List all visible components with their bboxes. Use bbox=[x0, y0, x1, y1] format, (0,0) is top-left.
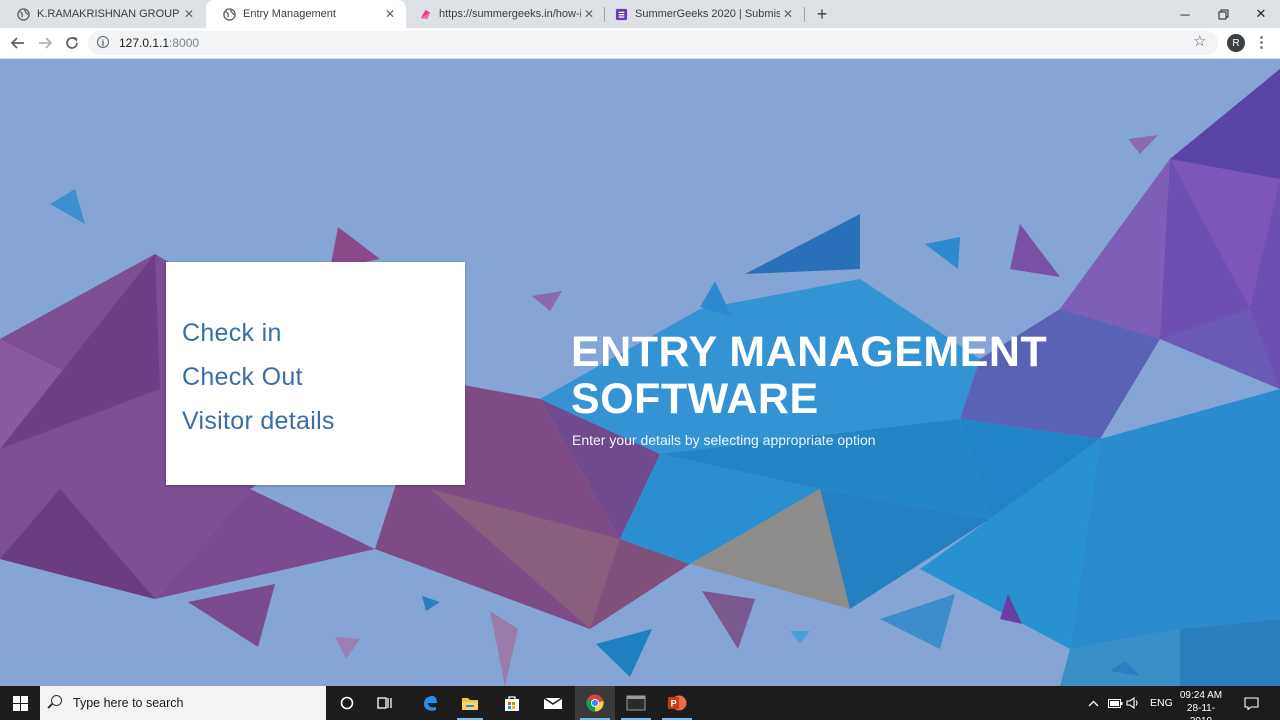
reload-icon[interactable] bbox=[62, 33, 82, 53]
summergeeks-icon bbox=[418, 7, 432, 21]
chrome-menu-icon[interactable]: ⋮ bbox=[1254, 33, 1269, 51]
minimize-button[interactable]: ─ bbox=[1166, 0, 1204, 28]
forms-icon bbox=[614, 7, 628, 21]
close-window-button[interactable]: ✕ bbox=[1242, 0, 1280, 28]
check-in-link[interactable]: Check in bbox=[182, 319, 282, 348]
page-subtitle: Enter your details by selecting appropri… bbox=[572, 432, 876, 448]
globe-icon bbox=[16, 7, 30, 21]
edge-browser-icon[interactable] bbox=[412, 686, 448, 720]
close-tab-icon[interactable]: ✕ bbox=[382, 7, 398, 21]
search-placeholder: Type here to search bbox=[73, 696, 184, 710]
chrome-taskbar-icon[interactable] bbox=[575, 686, 615, 720]
tab-strip: K.RAMAKRISHNAN GROUP OF IN ✕ Entry Manag… bbox=[0, 0, 1280, 28]
browser-toolbar: i 127.0.1.1:8000 ☆ R ⋮ bbox=[0, 28, 1280, 59]
clock-date: 28-11-2019 bbox=[1186, 703, 1216, 727]
tab-title: https://summergeeks.in/how-it-w bbox=[439, 8, 581, 20]
page-viewport: Check in Check Out Visitor details ENTRY… bbox=[0, 59, 1280, 686]
terminal-icon[interactable] bbox=[616, 686, 656, 720]
cortana-icon[interactable] bbox=[330, 686, 364, 720]
forward-icon[interactable] bbox=[35, 33, 55, 53]
check-out-link[interactable]: Check Out bbox=[182, 363, 303, 392]
tab-title: K.RAMAKRISHNAN GROUP OF IN bbox=[37, 8, 181, 20]
windows-start-icon[interactable] bbox=[0, 686, 40, 720]
notifications-icon[interactable] bbox=[1244, 686, 1262, 720]
close-tab-icon[interactable]: ✕ bbox=[181, 7, 197, 21]
svg-text:P: P bbox=[671, 699, 677, 709]
address-bar[interactable]: i 127.0.1.1:8000 bbox=[88, 31, 1218, 55]
menu-card: Check in Check Out Visitor details bbox=[166, 262, 465, 485]
tab-separator bbox=[804, 7, 805, 22]
mail-icon[interactable] bbox=[535, 686, 571, 720]
system-clock[interactable]: 09:24 AM 28-11-2019 bbox=[1176, 689, 1226, 728]
battery-icon[interactable] bbox=[1108, 686, 1124, 720]
close-tab-icon[interactable]: ✕ bbox=[780, 7, 796, 21]
page-title: ENTRY MANAGEMENT SOFTWARE bbox=[571, 328, 1048, 423]
search-icon bbox=[51, 695, 62, 706]
back-icon[interactable] bbox=[8, 33, 28, 53]
taskbar-search-input[interactable]: Type here to search bbox=[40, 686, 326, 720]
maximize-button[interactable] bbox=[1204, 0, 1242, 28]
visitor-details-link[interactable]: Visitor details bbox=[182, 407, 335, 436]
new-tab-button[interactable]: + bbox=[812, 0, 832, 28]
task-view-icon[interactable] bbox=[368, 686, 402, 720]
tab-entry-management[interactable]: Entry Management ✕ bbox=[206, 0, 406, 28]
address-url: 127.0.1.1:8000 bbox=[119, 36, 200, 50]
globe-icon bbox=[222, 7, 236, 21]
profile-avatar[interactable]: R bbox=[1227, 34, 1245, 52]
tab-summergeeks-submission[interactable]: SummerGeeks 2020 | Submission ✕ bbox=[598, 0, 804, 28]
language-indicator[interactable]: ENG bbox=[1150, 686, 1173, 720]
file-explorer-icon[interactable] bbox=[452, 686, 488, 720]
windows-taskbar: Type here to search P ENG 09:24 AM 28-11… bbox=[0, 686, 1280, 727]
close-tab-icon[interactable]: ✕ bbox=[581, 7, 597, 21]
clock-time: 09:24 AM bbox=[1179, 690, 1223, 701]
tab-title: SummerGeeks 2020 | Submission bbox=[635, 8, 780, 20]
powerpoint-icon[interactable]: P bbox=[657, 686, 697, 720]
volume-icon[interactable] bbox=[1126, 686, 1142, 720]
bookmark-star-icon[interactable]: ☆ bbox=[1193, 32, 1206, 50]
tab-kramakrishnan[interactable]: K.RAMAKRISHNAN GROUP OF IN ✕ bbox=[0, 0, 205, 28]
store-icon[interactable] bbox=[494, 686, 530, 720]
site-info-icon[interactable]: i bbox=[97, 36, 109, 48]
tab-summergeeks[interactable]: https://summergeeks.in/how-it-w ✕ bbox=[402, 0, 605, 28]
show-hidden-icons-icon[interactable] bbox=[1088, 686, 1102, 720]
tab-title: Entry Management bbox=[243, 8, 336, 20]
